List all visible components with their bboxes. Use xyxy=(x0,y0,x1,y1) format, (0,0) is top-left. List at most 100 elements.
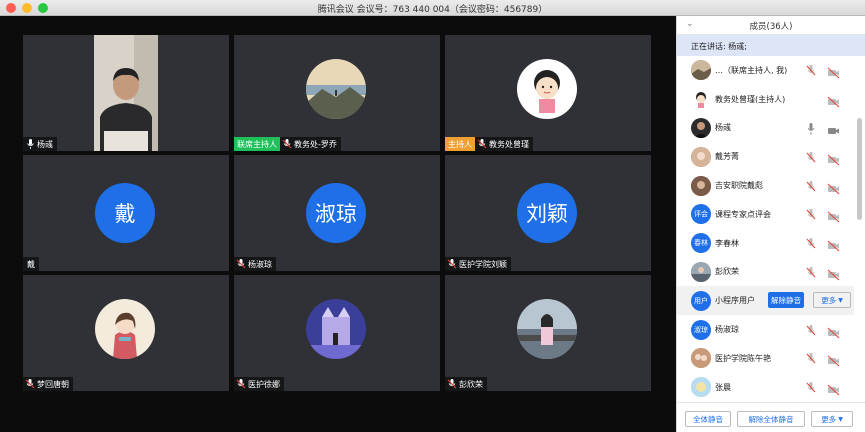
camera-off-icon[interactable] xyxy=(827,266,840,281)
participant-avatar xyxy=(95,299,155,359)
video-tile[interactable]: 梦回唐朝 xyxy=(23,275,229,391)
mic-muted-icon[interactable] xyxy=(805,236,817,250)
member-avatar: 评会 xyxy=(691,204,711,225)
member-row[interactable]: 彭欣荣 xyxy=(677,258,854,287)
member-row[interactable]: 医护学院陈午艳 xyxy=(677,344,854,373)
camera-icon[interactable] xyxy=(827,122,840,134)
video-tile[interactable]: 联席主持人 教务处-罗乔 xyxy=(234,35,440,151)
member-name: 课程专家点评会 xyxy=(715,209,771,219)
mic-muted-icon xyxy=(280,137,294,151)
mic-muted-icon[interactable] xyxy=(805,380,817,394)
member-avatar xyxy=(691,175,711,196)
members-panel: ⌄ 成员(36人) 正在讲话: 杨彧; …（联席主持人, 我) 教务处曾瑾(主持… xyxy=(676,16,865,432)
camera-off-icon[interactable] xyxy=(827,208,840,223)
video-tile[interactable]: 彭欣荣 xyxy=(445,275,651,391)
participant-name: 教务处-罗乔 xyxy=(294,139,337,149)
member-name: 杨淑琼 xyxy=(715,325,739,335)
member-name: 教务处曾瑾(主持人) xyxy=(715,94,786,104)
video-tile[interactable]: 淑琼 杨淑琼 xyxy=(234,155,440,271)
member-avatar xyxy=(691,348,711,369)
mic-muted-icon xyxy=(234,257,248,271)
caret-down-icon: ▼ xyxy=(838,415,843,423)
member-row[interactable]: 淑琼 杨淑琼 xyxy=(677,315,854,344)
participant-label: 梦回唐朝 xyxy=(23,377,73,391)
member-row[interactable]: 用户 小程序用户 解除静音 更多 ▼ xyxy=(677,286,854,316)
camera-off-icon[interactable] xyxy=(827,180,840,194)
host-tag: 主持人 xyxy=(445,137,475,151)
camera-off-icon[interactable] xyxy=(827,352,840,367)
camera-off-icon[interactable] xyxy=(827,237,840,252)
mic-muted-icon xyxy=(475,137,489,151)
mic-muted-icon[interactable] xyxy=(805,323,817,337)
member-avatar: 淑琼 xyxy=(691,319,711,340)
member-row[interactable]: 春林 李春林 xyxy=(677,229,854,258)
video-tile[interactable]: 戴 戴 xyxy=(23,155,229,271)
member-row[interactable]: …（联席主持人, 我) xyxy=(677,56,854,85)
camera-off-icon[interactable] xyxy=(827,324,840,338)
member-row[interactable]: 吉安职院戴彪 xyxy=(677,171,854,200)
footer-more-button[interactable]: 更多 ▼ xyxy=(811,411,853,427)
member-name: 李春林 xyxy=(715,238,739,248)
more-button[interactable]: 更多 ▼ xyxy=(813,292,851,309)
speaking-indicator: 正在讲话: 杨彧; xyxy=(677,35,865,56)
member-avatar: 用户 xyxy=(691,290,711,311)
video-tile[interactable]: 医护徐娜 xyxy=(234,275,440,391)
mic-muted-icon xyxy=(234,377,248,391)
mic-muted-icon xyxy=(23,377,37,391)
member-row[interactable]: 杨彧 xyxy=(677,114,854,143)
mic-muted-icon[interactable] xyxy=(805,265,817,279)
participant-name: 彭欣荣 xyxy=(459,379,483,389)
title-bar: 腾讯会议 会议号：763 440 004（会议密码：456789） xyxy=(0,0,865,16)
camera-off-icon[interactable] xyxy=(827,151,840,166)
member-name: 吉安职院戴彪 xyxy=(715,181,763,191)
participant-name: 医护学院刘颖 xyxy=(459,259,507,269)
participant-name: 杨彧 xyxy=(37,139,53,149)
mic-muted-icon[interactable] xyxy=(805,63,817,77)
unmute-button[interactable]: 解除静音 xyxy=(768,292,804,309)
participant-label: 杨淑琼 xyxy=(234,257,276,271)
video-tile[interactable]: 主持人 教务处曾瑾 xyxy=(445,35,651,151)
camera-off-icon[interactable] xyxy=(827,93,840,108)
participant-avatar xyxy=(306,299,366,359)
participant-label: 彭欣荣 xyxy=(445,377,487,391)
member-row[interactable]: 评会 课程专家点评会 xyxy=(677,200,854,229)
mic-muted-icon[interactable] xyxy=(805,207,817,221)
mic-icon[interactable] xyxy=(805,121,817,135)
participant-label: 主持人 教务处曾瑾 xyxy=(445,137,533,151)
member-avatar xyxy=(691,377,711,398)
participant-name: 戴 xyxy=(27,259,35,269)
member-name: 戴芳菁 xyxy=(715,152,739,162)
member-avatar xyxy=(691,89,711,110)
member-row[interactable]: 张晨 xyxy=(677,373,854,400)
video-tile[interactable]: 刘颖 医护学院刘颖 xyxy=(445,155,651,271)
participant-avatar xyxy=(517,59,577,119)
member-name: …（联席主持人, 我) xyxy=(715,65,788,75)
participant-name: 梦回唐朝 xyxy=(37,379,69,389)
participant-avatar: 刘颖 xyxy=(517,183,577,243)
mic-muted-icon[interactable] xyxy=(805,351,817,365)
members-title: 成员(36人) xyxy=(749,22,793,32)
mute-all-button[interactable]: 全体静音 xyxy=(685,411,731,427)
participant-avatar xyxy=(517,299,577,359)
member-avatar xyxy=(691,146,711,167)
unmute-all-button[interactable]: 解除全体静音 xyxy=(737,411,805,427)
mic-muted-icon xyxy=(445,257,459,271)
participant-label: 联席主持人 教务处-罗乔 xyxy=(234,137,341,151)
footer-more-label: 更多 xyxy=(821,414,837,424)
more-label: 更多 xyxy=(821,295,837,305)
member-row[interactable]: 教务处曾瑾(主持人) xyxy=(677,85,854,114)
camera-off-icon[interactable] xyxy=(827,64,840,79)
members-header: ⌄ 成员(36人) xyxy=(677,16,865,35)
member-name: 小程序用户 xyxy=(715,296,755,306)
member-row[interactable]: 戴芳菁 xyxy=(677,142,854,171)
mic-muted-icon[interactable] xyxy=(805,150,817,164)
members-list[interactable]: …（联席主持人, 我) 教务处曾瑾(主持人) 杨彧 戴芳菁 吉安职院戴彪 评会 … xyxy=(677,56,854,400)
mic-muted-icon[interactable] xyxy=(805,179,817,193)
mic-muted-icon xyxy=(445,377,459,391)
camera-off-icon[interactable] xyxy=(827,381,840,396)
video-tile[interactable]: 杨彧 xyxy=(23,35,229,151)
video-grid: 杨彧 联席主持人 教务处-罗乔 主持人 教务处曾瑾 戴 戴 淑琼 杨淑琼 刘颖 … xyxy=(0,16,676,432)
caret-down-icon: ▼ xyxy=(838,296,843,304)
member-name: 医护学院陈午艳 xyxy=(715,353,771,363)
scrollbar-thumb[interactable] xyxy=(857,118,862,220)
